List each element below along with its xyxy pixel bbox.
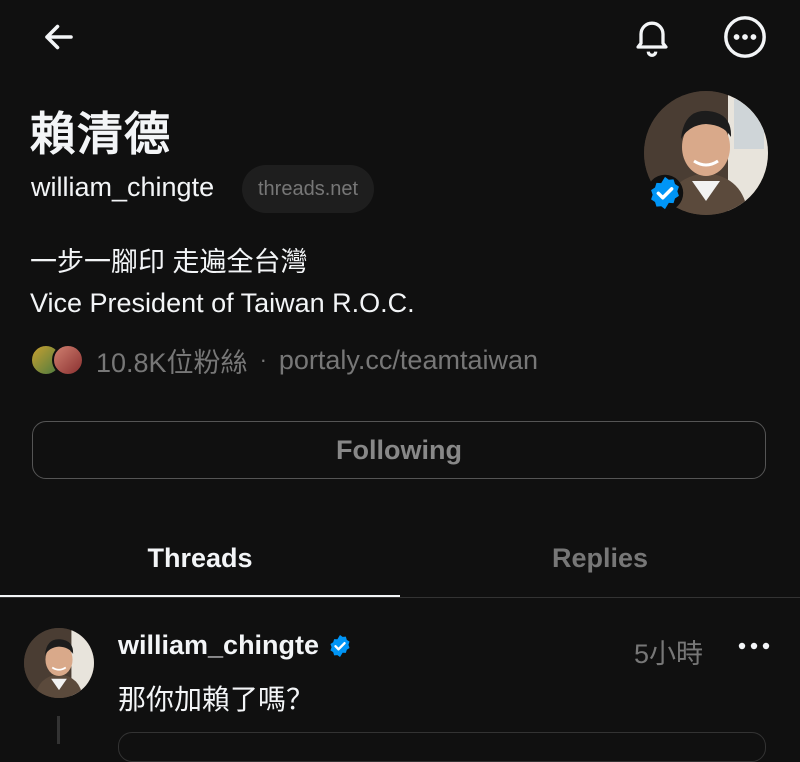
more-options-button[interactable] — [720, 12, 770, 62]
tab-threads[interactable]: Threads — [0, 520, 400, 596]
verified-badge-icon — [646, 174, 684, 212]
follower-avatar — [52, 344, 84, 376]
verified-badge-icon — [327, 633, 353, 659]
arrow-left-icon — [45, 24, 73, 50]
notifications-button[interactable] — [628, 12, 676, 60]
following-button[interactable]: Following — [32, 421, 766, 479]
tab-divider — [0, 597, 800, 598]
back-button[interactable] — [36, 14, 82, 60]
profile-link[interactable]: portaly.cc/teamtaiwan — [279, 345, 538, 376]
avatar-photo — [24, 628, 94, 698]
bio-line: 一步一腳印 走遍全台灣 — [30, 247, 308, 277]
post-more-button[interactable] — [734, 628, 774, 664]
thread-line — [57, 716, 60, 744]
domain-chip[interactable]: threads.net — [242, 165, 375, 213]
ellipsis-icon — [738, 642, 770, 650]
tab-replies[interactable]: Replies — [400, 520, 800, 596]
followers-row: 10.8K位粉絲 · portaly.cc/teamtaiwan — [30, 340, 538, 380]
more-circle-icon — [724, 16, 766, 58]
post-embed[interactable] — [118, 732, 766, 762]
post-username[interactable]: william_chingte — [118, 630, 319, 661]
display-name: 賴清德 — [30, 108, 171, 160]
username: william_chingte — [31, 172, 215, 202]
bio-line: Vice President of Taiwan R.O.C. — [30, 288, 415, 318]
separator-dot: · — [259, 347, 267, 372]
post-avatar[interactable] — [24, 628, 94, 698]
followers-count[interactable]: 10.8K位粉絲 — [96, 341, 248, 380]
post-text: 那你加賴了嗎？ — [118, 684, 315, 715]
bell-icon — [636, 21, 668, 57]
post-timestamp: 5小時 — [634, 639, 704, 669]
